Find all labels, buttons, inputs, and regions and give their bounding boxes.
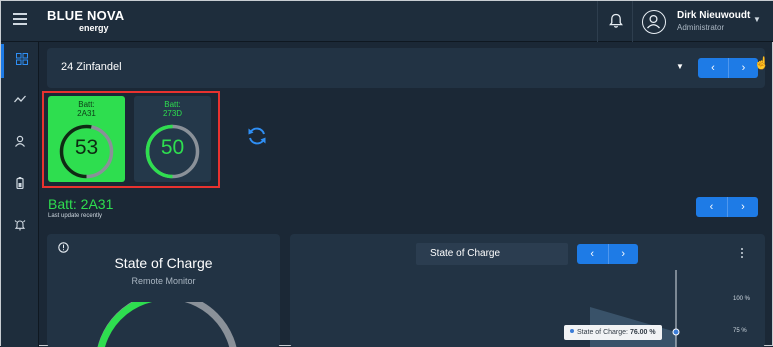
- hover-point: [672, 328, 680, 336]
- refresh-button[interactable]: [245, 124, 269, 153]
- hand-cursor-icon: ☝: [754, 56, 769, 70]
- battery-prev-button[interactable]: ‹: [696, 197, 727, 217]
- battery-card-273d[interactable]: Batt: 273D 50: [134, 96, 211, 182]
- user-role: Administrator: [677, 23, 725, 32]
- trend-icon: [14, 95, 26, 103]
- soc-card-title: State of Charge: [114, 255, 213, 271]
- y-tick-label: 75 %: [733, 328, 747, 334]
- site-pager: ‹ ›: [698, 58, 758, 78]
- battery-next-button[interactable]: ›: [727, 197, 758, 217]
- site-select[interactable]: 24 Zinfandel ▼ ‹ ›: [47, 48, 765, 88]
- soc-area-chart: [590, 270, 680, 347]
- hamburger-icon[interactable]: [9, 10, 31, 32]
- person-icon: [15, 135, 25, 147]
- battery-card-2a31[interactable]: Batt: 2A31 53: [48, 96, 125, 182]
- dashboard-icon: [15, 53, 28, 65]
- alarm-icon: [14, 220, 26, 231]
- info-icon[interactable]: [58, 242, 69, 253]
- battery-detail-title: Batt: 2A31: [48, 196, 114, 212]
- battery-card-label: Batt: 2A31: [77, 100, 96, 118]
- chevron-down-icon[interactable]: ▼: [676, 62, 684, 71]
- chart-card: State of Charge ‹ › 100 % 75 % State of …: [290, 234, 765, 347]
- refresh-icon: [248, 127, 266, 145]
- sidebar-item-dashboard[interactable]: [1, 44, 39, 78]
- site-prev-button[interactable]: ‹: [698, 58, 728, 78]
- sidebar-item-trends[interactable]: [1, 84, 39, 118]
- brand-logo[interactable]: BLUE NOVA energy: [47, 8, 125, 34]
- sidebar-item-alarms[interactable]: [1, 210, 39, 244]
- tooltip-value: 76.00 %: [629, 329, 656, 336]
- y-tick-label: 100 %: [733, 296, 751, 302]
- bell-icon: [609, 13, 623, 28]
- battery-card-label: Batt: 273D: [162, 100, 183, 118]
- battery-pager: ‹ ›: [696, 197, 758, 217]
- battery-charge-value: 53: [74, 136, 99, 159]
- brand-tagline: energy: [79, 23, 109, 33]
- sidebar-item-batteries[interactable]: [1, 168, 39, 202]
- soc-gauge: [97, 302, 237, 347]
- battery-detail-subtitle: Last update recently: [48, 213, 103, 219]
- soc-card-subtitle: Remote Monitor: [131, 276, 196, 286]
- series-marker-icon: [570, 329, 574, 333]
- battery-charge-value: 50: [160, 136, 185, 159]
- user-name[interactable]: Dirk Nieuwoudt: [677, 10, 750, 21]
- sidebar: [1, 42, 39, 347]
- site-select-value: 24 Zinfandel: [61, 61, 122, 73]
- app-frame: BLUE NOVA energy Dirk Nieuwoudt Administ…: [0, 0, 773, 347]
- soc-card: State of Charge Remote Monitor: [47, 234, 280, 347]
- brand-name: BLUE NOVA: [47, 8, 125, 23]
- chart-tooltip: State of Charge: 76.00 %: [564, 325, 662, 340]
- user-icon[interactable]: [642, 10, 666, 34]
- sidebar-item-users[interactable]: [1, 126, 39, 160]
- top-bar: BLUE NOVA energy Dirk Nieuwoudt Administ…: [1, 1, 773, 42]
- tooltip-label: State of Charge:: [577, 329, 628, 336]
- notifications-button[interactable]: [597, 1, 633, 42]
- chevron-down-icon[interactable]: ▼: [753, 15, 761, 24]
- battery-icon: [16, 177, 24, 190]
